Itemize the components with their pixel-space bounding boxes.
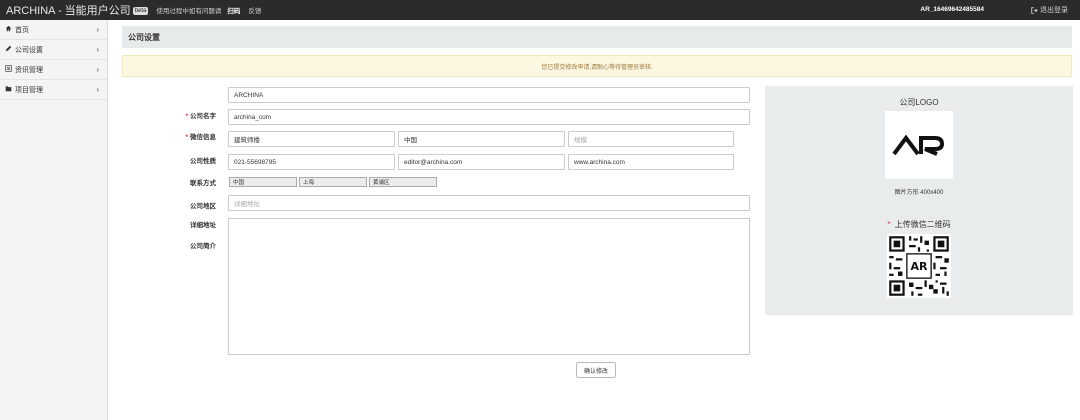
qr-code-image: AR [887, 234, 951, 298]
website-input[interactable]: www.archina.com [568, 154, 734, 170]
sidebar-item-news[interactable]: 资讯管理 › [0, 60, 107, 80]
company-type-input[interactable]: 建筑师楼 [228, 131, 395, 147]
chevron-right-icon: › [96, 65, 99, 74]
folder-icon [5, 85, 15, 94]
country-select[interactable]: 中国 [229, 177, 297, 187]
qr-center-logo: AR [910, 260, 928, 273]
app-brand[interactable]: ARCHINA - 当能用户公司 beta [6, 2, 149, 18]
home-icon [5, 25, 15, 34]
wechat-input[interactable]: archina_com [228, 109, 750, 125]
media-panel: 公司LOGO 图片方形 400x400 * 上传微信二维码 AR [765, 86, 1073, 315]
feedback-hint: 使用过程中如有问题请 [156, 8, 222, 15]
province-select[interactable]: 上海 [299, 177, 367, 187]
qr-title: * 上传微信二维码 [887, 220, 951, 229]
review-notice: 您已提交修改申请,请耐心等待管理员审核. [122, 55, 1072, 77]
sidebar-item-label: 资讯管理 [15, 66, 43, 74]
intro-label: 公司简介 [190, 243, 216, 250]
company-country-input[interactable]: 中国 [398, 131, 565, 147]
list-icon [5, 65, 15, 74]
page-title: 公司设置 [122, 26, 1072, 48]
scan-code-link[interactable]: 扫码 [227, 5, 240, 15]
chevron-right-icon: › [96, 45, 99, 54]
logo-size-hint: 图片方形 400x400 [894, 190, 944, 196]
main-content: 公司设置 您已提交修改申请,请耐心等待管理员审核. * 公司名字 ARCHINA … [108, 20, 1080, 420]
logout-button[interactable]: 退出登录 [1031, 5, 1068, 15]
phone-input[interactable]: 021-55698795 [228, 154, 395, 170]
sidebar-item-home[interactable]: 首页 › [0, 20, 107, 40]
sidebar-item-label: 公司设置 [15, 46, 43, 54]
email-input[interactable]: editor@archina.com [398, 154, 565, 170]
sidebar-item-company-settings[interactable]: 公司设置 › [0, 40, 107, 60]
company-name-input[interactable]: ARCHINA [228, 87, 750, 103]
company-nature-label: 公司性质 [190, 158, 216, 165]
logo-title: 公司LOGO [899, 98, 939, 107]
sidebar-item-projects[interactable]: 项目管理 › [0, 80, 107, 100]
account-name[interactable]: AR_16469642485584 [920, 6, 984, 13]
submit-button[interactable]: 确认修改 [576, 362, 616, 378]
region-label: 公司地区 [190, 203, 216, 210]
address-label: 详细地址 [190, 222, 216, 229]
wechat-qr-upload[interactable]: AR [887, 234, 951, 298]
sidebar-item-label: 首页 [15, 26, 29, 34]
brand-text: ARCHINA - 当能用户公司 [6, 5, 131, 17]
sidebar-item-label: 项目管理 [15, 86, 43, 94]
company-scale-input[interactable]: 规模 [568, 131, 734, 147]
logout-label: 退出登录 [1040, 7, 1068, 14]
feedback-link[interactable]: 反馈 [248, 5, 261, 15]
company-name-label: * 公司名字 [185, 113, 216, 120]
chevron-right-icon: › [96, 25, 99, 34]
intro-textarea[interactable] [228, 218, 750, 355]
chevron-right-icon: › [96, 85, 99, 94]
address-input[interactable]: 详细地址 [228, 195, 750, 211]
logout-icon [1031, 6, 1038, 14]
district-select[interactable]: 黄浦区 [369, 177, 437, 187]
wechat-label: * 微信信息 [185, 134, 216, 141]
sidebar: 首页 › 公司设置 › 资讯管理 › 项目管理 › [0, 20, 108, 420]
contact-label: 联系方式 [190, 180, 216, 187]
beta-badge: beta [132, 7, 149, 16]
pencil-icon [5, 45, 15, 54]
top-navbar: ARCHINA - 当能用户公司 beta 使用过程中如有问题请 扫码 反馈 AR… [0, 0, 1080, 20]
company-logo-upload[interactable] [885, 111, 953, 179]
archina-logo-image [892, 134, 945, 156]
